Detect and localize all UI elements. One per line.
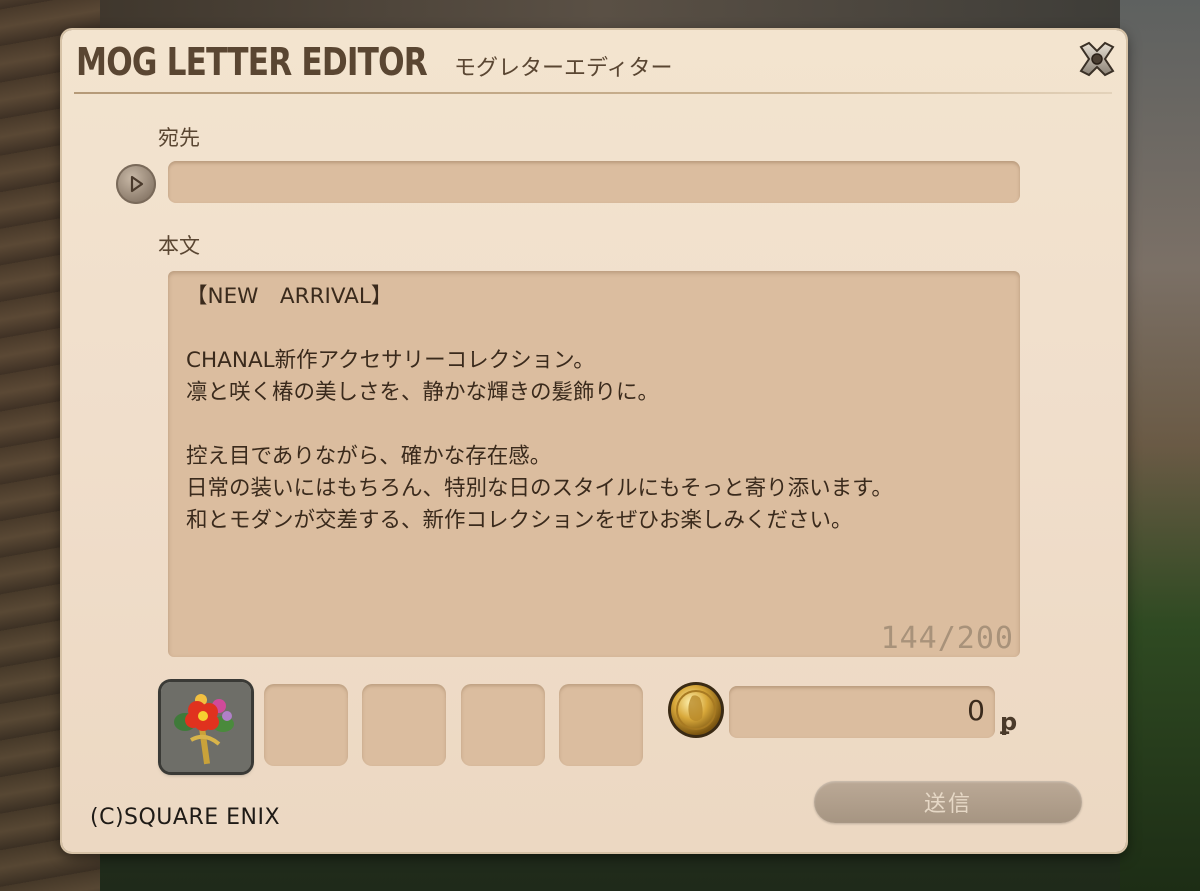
- recipient-input[interactable]: [168, 161, 1020, 203]
- background-scenery: [1120, 0, 1200, 891]
- flower-hairpin-icon: [161, 682, 251, 772]
- recipient-label: 宛先: [158, 126, 200, 150]
- gil-amount-input[interactable]: 0: [729, 686, 995, 738]
- copyright-text: (C)SQUARE ENIX: [90, 805, 281, 830]
- send-button[interactable]: 送信: [814, 781, 1082, 823]
- gil-amount-value: 0: [967, 694, 985, 727]
- body-line: 日常の装いにはもちろん、特別な日のスタイルにもそっと寄り添います。: [186, 476, 893, 501]
- body-line: 和とモダンが交差する、新作コレクションをぜひお楽しみください。: [186, 508, 853, 533]
- body-line: [186, 409, 1002, 441]
- window-title: MOG LETTER EDITOR モグレターエディター: [76, 40, 672, 84]
- play-arrow-icon: [130, 175, 144, 193]
- attachment-slot-1[interactable]: [161, 682, 251, 772]
- attachment-slot-3[interactable]: [362, 684, 446, 766]
- title-japanese: モグレターエディター: [454, 56, 673, 81]
- title-divider: [74, 92, 1112, 94]
- mog-letter-editor-window: MOG LETTER EDITOR モグレターエディター 宛先 本文 【NEW …: [62, 30, 1126, 852]
- body-label: 本文: [158, 234, 200, 258]
- title-english: MOG LETTER EDITOR: [76, 40, 428, 84]
- gil-unit-symbol: ꝑ: [1000, 708, 1018, 736]
- body-textarea[interactable]: 【NEW ARRIVAL】 CHANAL新作アクセサリーコレクション。 凛と咲く…: [168, 271, 1020, 657]
- attachment-slot-5[interactable]: [559, 684, 643, 766]
- body-line: 凛と咲く椿の美しさを、静かな輝きの髪飾りに。: [186, 380, 660, 405]
- body-line: [186, 313, 1002, 345]
- gil-coin-icon: [666, 680, 726, 740]
- body-line: 控え目でありながら、確かな存在感。: [186, 444, 552, 469]
- body-line: CHANAL新作アクセサリーコレクション。: [186, 348, 595, 373]
- close-icon: [1079, 41, 1115, 77]
- attachment-slot-4[interactable]: [461, 684, 545, 766]
- body-line: 【NEW ARRIVAL】: [186, 284, 393, 309]
- close-button[interactable]: [1074, 36, 1120, 82]
- attachment-slot-2[interactable]: [264, 684, 348, 766]
- character-counter: 144/200: [880, 621, 1014, 656]
- recipient-select-button[interactable]: [116, 164, 156, 204]
